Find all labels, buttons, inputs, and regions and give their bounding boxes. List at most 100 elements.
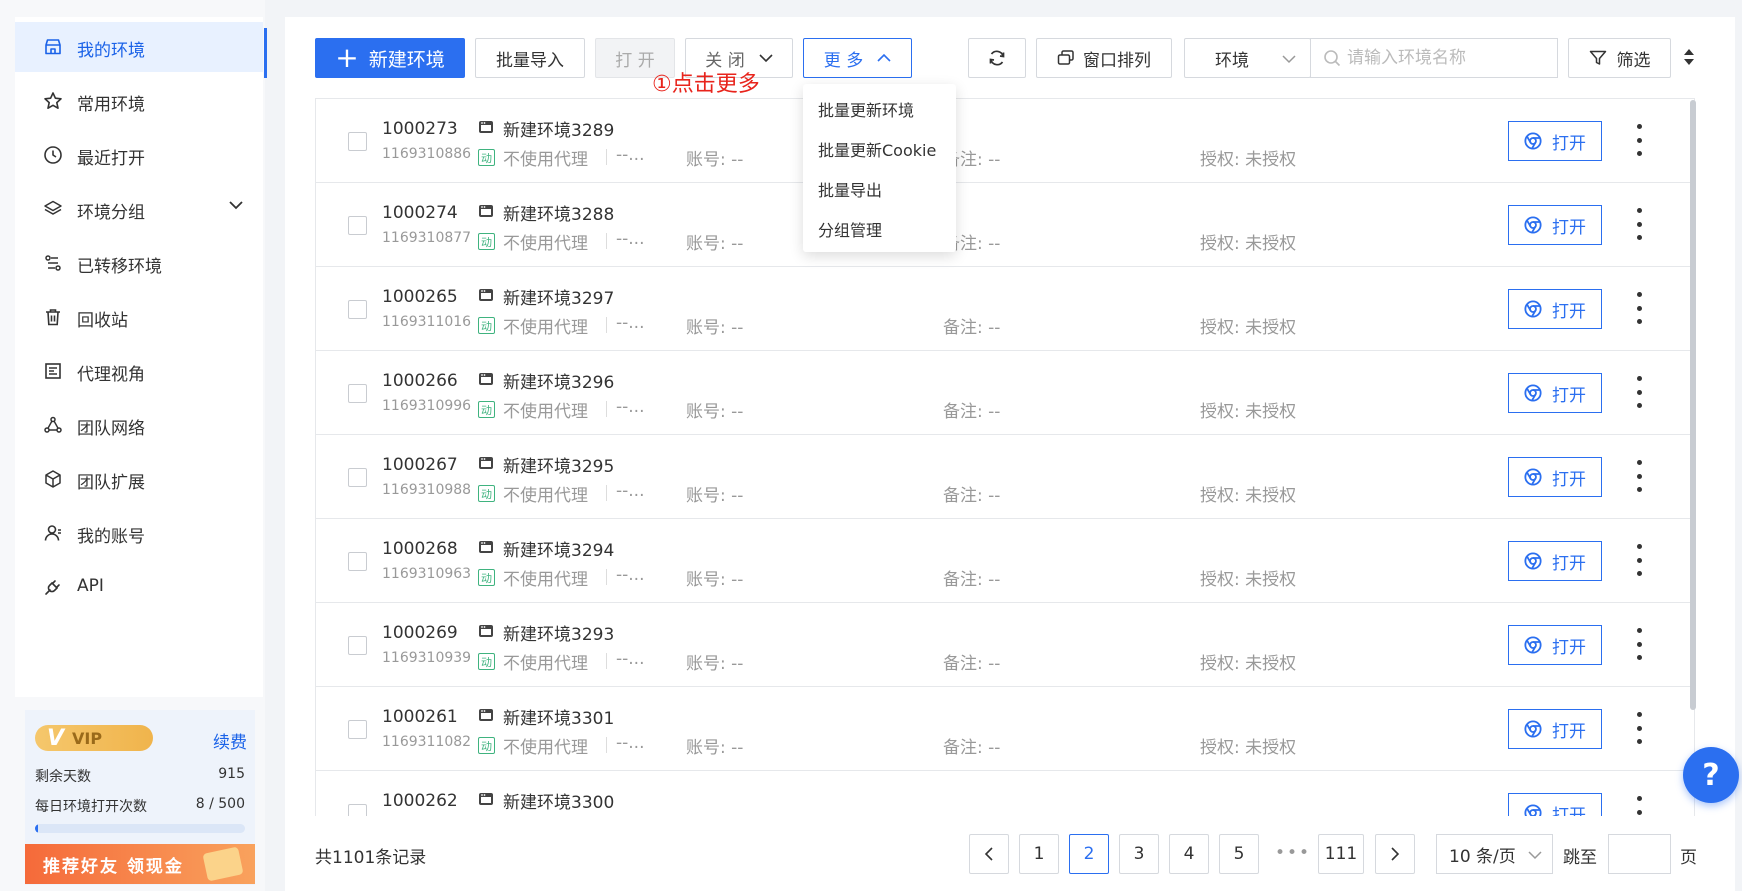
table-row[interactable]: 1000262新建环境3300动不使用代理--...账号: --备注: --授权… [316,771,1694,816]
page-2[interactable]: 2 [1069,834,1109,874]
menu-item-batch-update-cookie[interactable]: 批量更新Cookie [818,137,936,161]
more-actions-icon[interactable] [1634,544,1644,576]
page-size-value: 10 条/页 [1449,846,1516,867]
row-checkbox[interactable] [348,552,367,571]
jump-page-input[interactable] [1608,834,1671,874]
more-actions-icon[interactable] [1634,628,1644,660]
table-row[interactable]: 1000269 1169310939 新建环境3293 动不使用代理 --... 账号: … [316,603,1694,687]
open-env-button[interactable]: 打开 [1508,709,1602,749]
page-1[interactable]: 1 [1019,834,1059,874]
open-env-label: 打开 [1552,805,1586,817]
table-row[interactable]: 1000273 1169310886 新建环境3289 动不使用代理 --... 账号: … [316,99,1694,183]
row-checkbox[interactable] [348,300,367,319]
sort-icon[interactable] [1683,48,1695,66]
sidebar-item-0[interactable]: 我的环境 [15,22,267,78]
note-field: 备注: -- [943,318,1001,338]
sidebar-item-10[interactable]: API [15,562,263,612]
env-name: 新建环境3295 [503,457,615,477]
account-field: 账号: -- [686,402,744,422]
page-5[interactable]: 5 [1219,834,1259,874]
more-actions-icon[interactable] [1634,712,1644,744]
page-3[interactable]: 3 [1119,834,1159,874]
cube-icon [43,469,63,489]
page-4[interactable]: 4 [1169,834,1209,874]
more-actions-icon[interactable] [1634,292,1644,324]
page-last[interactable]: 111 [1318,834,1364,874]
prev-page-button[interactable] [969,834,1009,874]
sidebar-item-8[interactable]: 团队扩展 [15,454,263,504]
row-checkbox[interactable] [348,132,367,151]
menu-item-batch-export[interactable]: 批量导出 [818,177,882,201]
filter-button[interactable]: 筛选 [1568,38,1671,78]
sidebar-item-label: 代理视角 [77,365,145,385]
sidebar-item-4[interactable]: 已转移环境 [15,238,263,288]
daily-opens-value: 8 / 500 [195,796,245,812]
menu-item-group-management[interactable]: 分组管理 [818,217,882,241]
next-page-button[interactable] [1375,834,1415,874]
sidebar-item-3[interactable]: 环境分组 [15,184,263,234]
browser-icon [1524,300,1542,318]
total-records: 共1101条记录 [315,848,427,868]
batch-import-button[interactable]: 批量导入 [475,38,585,78]
env-serial: 1169310886 [382,146,472,162]
open-env-button[interactable]: 打开 [1508,289,1602,329]
open-env-button[interactable]: 打开 [1508,541,1602,581]
pagination-ellipsis[interactable]: ••• [1275,843,1311,863]
more-actions-icon[interactable] [1634,796,1644,816]
jump-label: 跳至 [1563,848,1597,868]
sidebar-item-7[interactable]: 团队网络 [15,400,263,450]
table-row[interactable]: 1000267 1169310988 新建环境3295 动不使用代理 --... 账号: … [316,435,1694,519]
row-checkbox[interactable] [348,384,367,403]
window-arrange-button[interactable]: 窗口排列 [1036,38,1172,78]
row-checkbox[interactable] [348,468,367,487]
browser-icon [1524,132,1542,150]
open-env-button[interactable]: 打开 [1508,121,1602,161]
more-actions-icon[interactable] [1634,124,1644,156]
vip-label: VIP [72,728,103,748]
refresh-button[interactable] [968,38,1026,78]
env-search-input[interactable] [1347,48,1547,68]
open-env-button[interactable]: 打开 [1508,793,1602,816]
page-size-select[interactable]: 10 条/页 [1436,834,1553,874]
proxy-dynamic-tag: 动 [478,317,495,334]
open-env-button[interactable]: 打开 [1508,373,1602,413]
sidebar-item-6[interactable]: 代理视角 [15,346,263,396]
table-scrollbar[interactable] [1690,100,1696,710]
env-search-box[interactable] [1310,38,1558,78]
table-row[interactable]: 1000268 1169310963 新建环境3294 动不使用代理 --... 账号: … [316,519,1694,603]
sidebar-item-label: 我的环境 [77,41,145,61]
browser-icon [1524,720,1542,738]
proxy-status: 不使用代理 [503,570,588,590]
menu-item-batch-update-env[interactable]: 批量更新环境 [818,97,914,121]
open-env-label: 打开 [1552,721,1586,742]
new-env-button[interactable]: + 新建环境 [315,38,465,78]
open-env-button[interactable]: 打开 [1508,625,1602,665]
plus-icon: + [335,41,359,74]
more-actions-icon[interactable] [1634,460,1644,492]
table-row[interactable]: 1000274 1169310877 新建环境3288 动不使用代理 --... 账号: … [316,183,1694,267]
more-actions-icon[interactable] [1634,208,1644,240]
more-actions-icon[interactable] [1634,376,1644,408]
row-checkbox[interactable] [348,720,367,739]
sidebar-item-2[interactable]: 最近打开 [15,130,263,180]
sidebar-item-1[interactable]: 常用环境 [15,76,263,126]
sidebar-item-9[interactable]: 我的账号 [15,508,263,558]
sidebar-item-5[interactable]: 回收站 [15,292,263,342]
row-checkbox[interactable] [348,804,367,816]
table-row[interactable]: 1000265 1169311016 新建环境3297 动不使用代理 --... 账号: … [316,267,1694,351]
row-checkbox[interactable] [348,636,367,655]
open-env-button[interactable]: 打开 [1508,205,1602,245]
browser-profile-icon [479,625,493,637]
more-button[interactable]: 更 多 [803,38,912,78]
refer-friend-banner[interactable]: 推荐好友 领现金 [25,844,255,884]
table-row[interactable]: 1000261 1169311082 新建环境3301 动不使用代理 --... 账号: … [316,687,1694,771]
env-type-select[interactable]: 环境 [1184,38,1311,78]
proxy-dynamic-tag: 动 [478,401,495,418]
row-checkbox[interactable] [348,216,367,235]
table-row[interactable]: 1000266 1169310996 新建环境3296 动不使用代理 --... 账号: … [316,351,1694,435]
help-button[interactable]: ? [1683,747,1739,803]
renew-link[interactable]: 续费 [213,728,247,753]
open-env-button[interactable]: 打开 [1508,457,1602,497]
annotation-step1: ①点击更多 [652,72,760,97]
more-dropdown-menu: 批量更新环境 批量更新Cookie 批量导出 分组管理 [803,84,956,252]
